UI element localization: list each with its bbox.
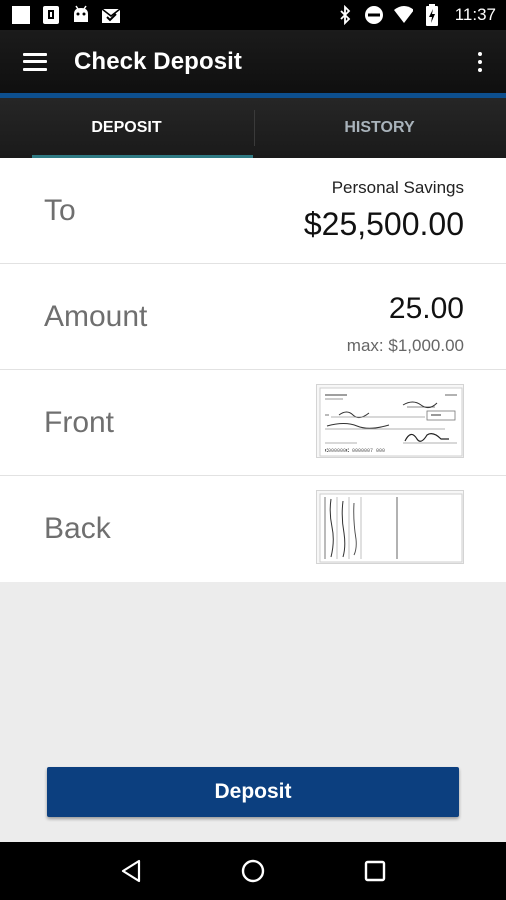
- amount-label: Amount: [44, 299, 148, 333]
- deposit-form: To Personal Savings $25,500.00 Amount 25…: [0, 158, 506, 842]
- android-icon: [71, 5, 91, 25]
- amount-row[interactable]: Amount 25.00 max: $1,000.00: [0, 264, 506, 370]
- bluetooth-icon: [335, 5, 355, 25]
- back-image-row[interactable]: Back: [0, 476, 506, 582]
- menu-icon[interactable]: [23, 52, 47, 71]
- more-options-icon[interactable]: [476, 51, 484, 72]
- home-icon[interactable]: [233, 851, 273, 891]
- tab-divider: [254, 110, 255, 146]
- svg-text:⑆000000⑆ 0000007 000: ⑆000000⑆ 0000007 000: [325, 448, 385, 454]
- back-label: Back: [44, 512, 111, 545]
- sim-card-icon: [41, 5, 61, 25]
- do-not-disturb-icon: [364, 5, 384, 25]
- wifi-icon: [393, 5, 413, 25]
- app-bar: Check Deposit: [0, 30, 506, 93]
- tab-history[interactable]: HISTORY: [253, 98, 506, 158]
- mail-check-icon: [101, 5, 121, 25]
- to-label: To: [44, 193, 76, 227]
- to-account-row[interactable]: To Personal Savings $25,500.00: [0, 158, 506, 264]
- tab-deposit[interactable]: DEPOSIT: [0, 98, 253, 158]
- amount-max: max: $1,000.00: [346, 336, 464, 355]
- deposit-button[interactable]: Deposit: [47, 767, 459, 817]
- status-bar: 11:37: [0, 0, 506, 30]
- front-label: Front: [44, 405, 115, 439]
- check-front-thumbnail[interactable]: ⑆000000⑆ 0000007 000: [316, 384, 464, 458]
- account-name: Personal Savings: [331, 178, 464, 197]
- back-icon[interactable]: [111, 851, 151, 891]
- notification-square-icon: [11, 5, 31, 25]
- status-time: 11:37: [454, 5, 496, 24]
- system-nav-bar: [0, 842, 506, 900]
- recents-icon[interactable]: [355, 851, 395, 891]
- battery-charging-icon: [422, 4, 442, 26]
- page-title: Check Deposit: [74, 47, 243, 75]
- front-image-row[interactable]: Front ⑆000000⑆ 0000007 000: [0, 370, 506, 476]
- check-back-thumbnail[interactable]: [316, 490, 464, 564]
- tab-bar: DEPOSIT HISTORY: [0, 98, 506, 158]
- amount-value: 25.00: [388, 292, 464, 325]
- account-balance: $25,500.00: [303, 206, 464, 242]
